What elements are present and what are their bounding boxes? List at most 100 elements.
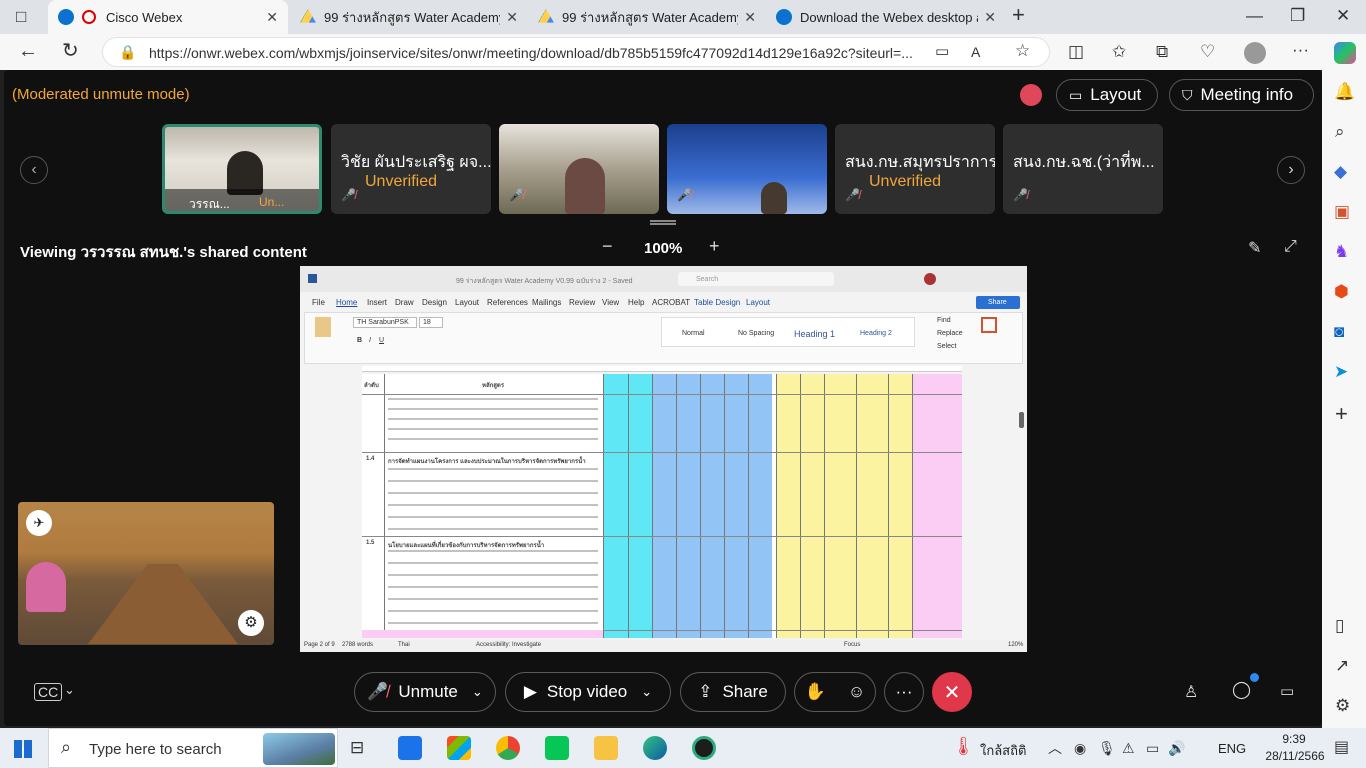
pin-icon[interactable]: ✈ <box>26 510 52 536</box>
windows-start-icon[interactable] <box>14 740 32 758</box>
sidebar-toggle-icon[interactable]: ▯ <box>1335 616 1344 636</box>
participant-tile[interactable]: สนง.กษ.ฉช.(ว่าที่พ... 🎤̸ <box>1003 124 1163 214</box>
captions-icon[interactable]: CC <box>34 683 63 701</box>
minimize-icon[interactable]: — <box>1246 6 1263 26</box>
tab-doc-1[interactable]: 99 ร่างหลักสูตร Water Academy V0 ✕ <box>290 0 528 34</box>
status-accessibility[interactable]: Accessibility: Investigate <box>476 642 541 648</box>
camera-tray-icon[interactable]: ◉ <box>1074 738 1086 758</box>
settings-icon[interactable]: ⚙ <box>238 610 264 636</box>
tab-webex[interactable]: Cisco Webex ✕ <box>48 0 288 34</box>
tab-download[interactable]: Download the Webex desktop ar ✕ <box>766 0 1006 34</box>
find-button[interactable]: Find <box>937 317 951 324</box>
unmute-button[interactable]: 🎤̸ Unmute ⌄ <box>354 672 496 712</box>
games-icon[interactable]: ♞ <box>1334 242 1349 262</box>
underline-button[interactable]: U <box>379 337 384 344</box>
close-icon[interactable]: ✕ <box>984 9 996 26</box>
tab-doc-2[interactable]: 99 ร่างหลักสูตร Water Academy V0 ✕ <box>528 0 766 34</box>
participant-tile[interactable]: วิชัย ผันประเสริฐ ผจ... Unverified 🎤̸ <box>331 124 491 214</box>
chevron-right-icon[interactable]: › <box>1277 156 1305 184</box>
participant-tile[interactable]: 🎤̸ <box>499 124 659 214</box>
alert-icon[interactable]: ⚠ <box>1122 738 1135 758</box>
store-icon[interactable] <box>447 736 471 760</box>
menu-item[interactable]: Layout <box>455 298 479 307</box>
close-window-icon[interactable]: ✕ <box>1336 6 1350 26</box>
edge-icon[interactable] <box>643 736 667 760</box>
status-focus[interactable]: Focus <box>844 642 860 648</box>
taskbar-search[interactable]: ⌕ Type here to search <box>48 728 338 768</box>
folder-icon[interactable]: ▭ <box>1280 682 1294 700</box>
menu-item[interactable]: Design <box>422 298 447 307</box>
volume-icon[interactable]: 🔊 <box>1168 738 1185 758</box>
raise-hand-icon[interactable]: ✋ <box>805 682 826 702</box>
menu-item[interactable]: Mailings <box>532 298 561 307</box>
scrollbar[interactable] <box>1019 412 1024 428</box>
bold-button[interactable]: B <box>357 337 362 344</box>
notifications-icon[interactable]: ▤ <box>1334 738 1349 758</box>
chevron-down-icon[interactable]: ⌄ <box>472 684 483 700</box>
split-screen-icon[interactable]: ◫ <box>1068 42 1084 62</box>
menu-item[interactable]: Home <box>336 298 357 307</box>
participants-icon[interactable]: ♙ <box>1184 682 1198 702</box>
zoom-in-icon[interactable]: + <box>709 236 720 257</box>
zoom-out-icon[interactable]: − <box>602 236 613 257</box>
send-icon[interactable]: ➤ <box>1334 362 1348 382</box>
restore-icon[interactable]: ❐ <box>1290 6 1305 26</box>
annotate-icon[interactable]: ✎ <box>1248 238 1261 258</box>
chevron-down-icon[interactable]: ⌄ <box>64 682 75 698</box>
close-icon[interactable]: ✕ <box>506 9 518 26</box>
participant-tile[interactable]: สนง.กษ.สมุทรปราการ Unverified 🎤̸ <box>835 124 995 214</box>
leave-button[interactable]: ✕ <box>932 672 972 712</box>
network-icon[interactable]: ▭ <box>1146 738 1159 758</box>
copilot-icon[interactable] <box>1334 42 1356 64</box>
addins-icon[interactable] <box>981 317 997 333</box>
more-options-button[interactable]: ··· <box>884 672 924 712</box>
style-normal[interactable]: Normal <box>682 330 705 337</box>
new-tab-icon[interactable]: + <box>1012 4 1025 26</box>
close-icon[interactable]: ✕ <box>744 9 756 26</box>
italic-button[interactable]: I <box>369 337 371 344</box>
clock-date[interactable]: 28/11/2566 <box>1262 749 1328 763</box>
menu-item[interactable]: File <box>312 298 325 307</box>
menu-item[interactable]: Draw <box>395 298 414 307</box>
menu-item[interactable]: Layout <box>746 298 770 307</box>
menu-item[interactable]: Table Design <box>694 298 740 307</box>
toolbox-icon[interactable]: ▣ <box>1334 202 1350 222</box>
settings-icon[interactable]: ⚙ <box>1335 696 1350 716</box>
layout-button[interactable]: ▭ Layout <box>1056 79 1158 111</box>
chevron-left-icon[interactable]: ‹ <box>20 156 48 184</box>
line-icon[interactable] <box>545 736 569 760</box>
language-indicator[interactable]: ENG <box>1218 741 1246 756</box>
add-icon[interactable]: + <box>1335 403 1348 425</box>
emoji-icon[interactable]: ☺ <box>848 682 865 702</box>
menu-item[interactable]: References <box>487 298 528 307</box>
favorites-icon[interactable]: ✩ <box>1112 42 1126 62</box>
chrome-icon[interactable] <box>496 736 520 760</box>
collections-icon[interactable]: ⧉ <box>1156 42 1168 62</box>
tab-actions-icon[interactable]: □ <box>16 7 26 27</box>
style-heading-1[interactable]: Heading 1 <box>794 329 835 339</box>
extensions-icon[interactable]: ♡ <box>1200 42 1215 62</box>
clock-time[interactable]: 9:39 <box>1268 732 1320 746</box>
select-button[interactable]: Select <box>937 343 956 350</box>
chevron-down-icon[interactable]: ⌄ <box>641 684 652 700</box>
weather-text[interactable]: ใกล้สถิติ <box>980 740 1026 761</box>
paste-icon[interactable] <box>315 317 331 337</box>
menu-item[interactable]: Insert <box>367 298 387 307</box>
read-aloud-icon[interactable]: A <box>971 42 980 62</box>
search-icon[interactable]: ⌕ <box>1335 122 1345 142</box>
task-view-icon[interactable]: ⊟ <box>350 738 364 758</box>
participant-tile[interactable]: วรรณ... Un... <box>162 124 322 214</box>
self-view-video[interactable]: ✈ ⚙ <box>18 502 274 645</box>
refresh-icon[interactable]: ↻ <box>62 41 79 61</box>
menu-item[interactable]: Review <box>569 298 595 307</box>
chat-icon[interactable]: ◯ <box>1232 680 1251 700</box>
mail-icon[interactable] <box>398 736 422 760</box>
replace-button[interactable]: Replace <box>937 330 963 337</box>
avatar[interactable] <box>1244 42 1266 64</box>
tag-icon[interactable]: ◆ <box>1334 162 1347 182</box>
camera-icon[interactable]: ▭ <box>935 42 949 62</box>
webex-icon[interactable] <box>692 736 716 760</box>
bell-icon[interactable]: 🔔 <box>1334 82 1355 102</box>
stop-video-button[interactable]: ▶ Stop video ⌄ <box>505 672 671 712</box>
resize-handle[interactable] <box>650 220 676 225</box>
